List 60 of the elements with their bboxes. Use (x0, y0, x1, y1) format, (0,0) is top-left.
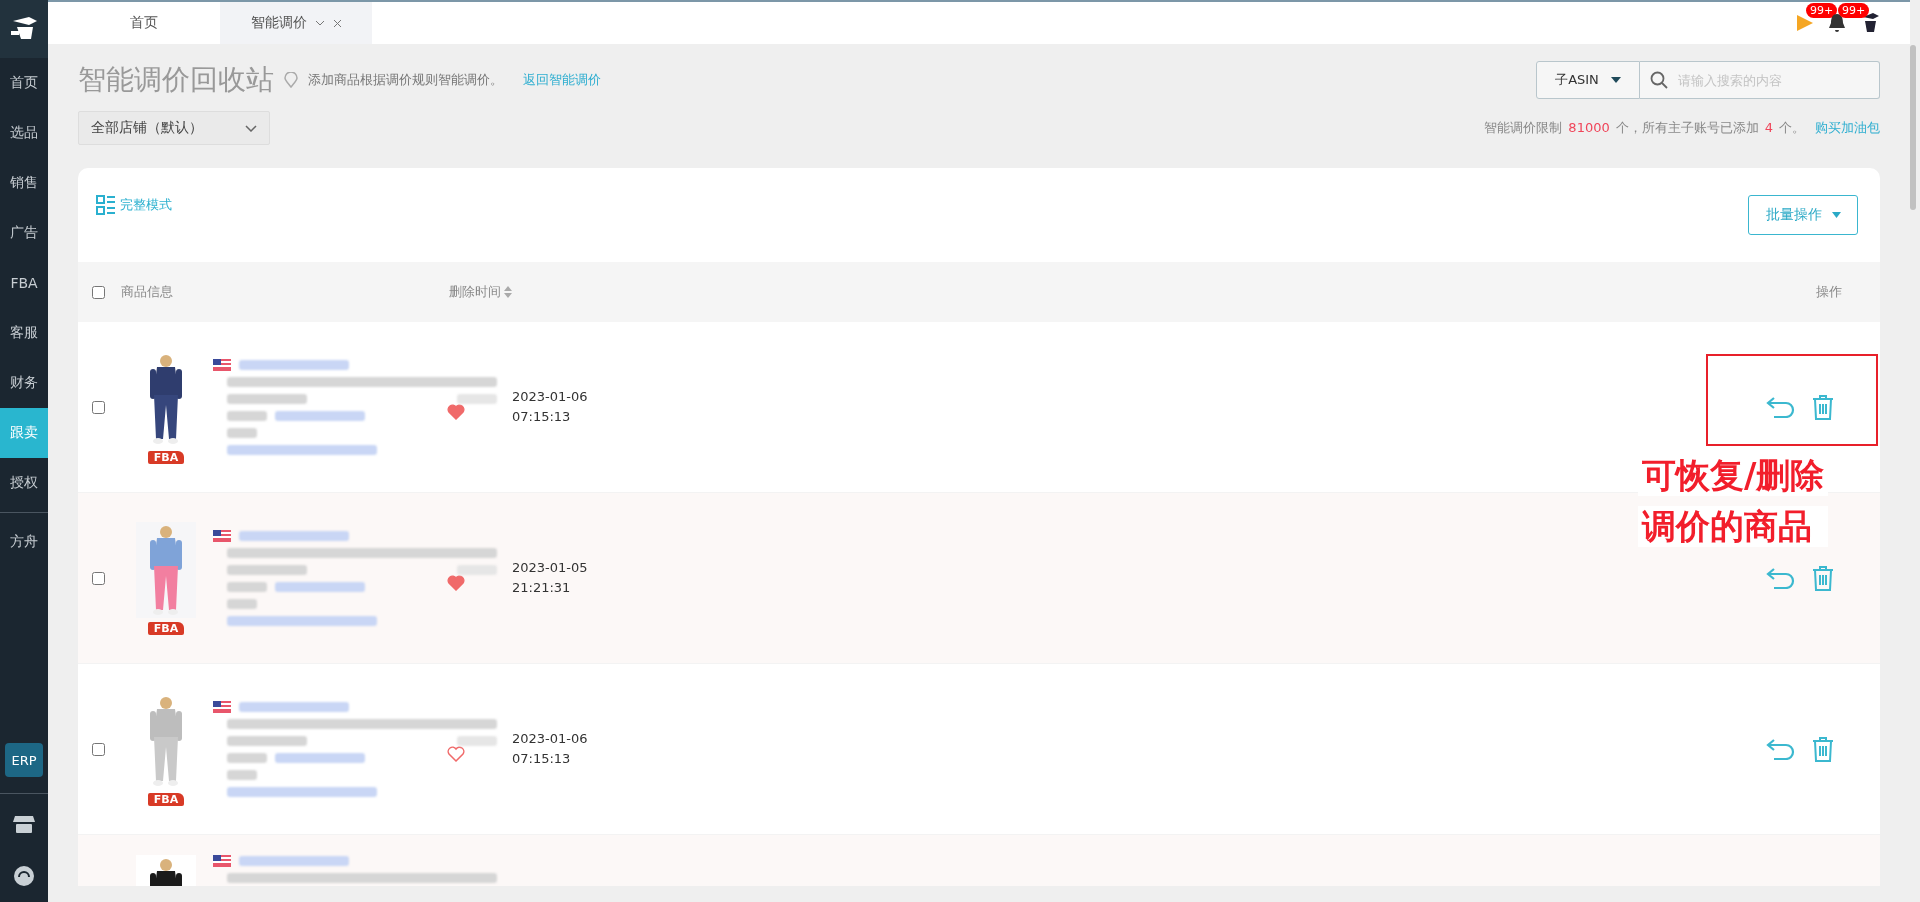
list-icon (96, 195, 116, 215)
heart-icon[interactable] (447, 575, 465, 591)
sidebar-item[interactable]: 方舟 (0, 517, 48, 567)
limit-text: 智能调价限制 81000 个，所有主子账号已添加 4 个。 (1484, 119, 1805, 137)
restore-button[interactable] (1766, 394, 1796, 420)
sidebar-item[interactable]: 财务 (0, 358, 48, 408)
store-icon[interactable] (13, 814, 35, 834)
fba-badge: FBA (147, 450, 185, 464)
sort-icon[interactable] (504, 286, 512, 298)
notification-count: 99+ (1838, 3, 1870, 18)
column-header[interactable]: 删除时间 (449, 283, 512, 301)
support-icon[interactable] (13, 865, 35, 887)
search-icon (1650, 71, 1668, 89)
page-hint: 添加商品根据调价规则智能调价。 (308, 71, 503, 89)
erp-button[interactable]: ERP (5, 743, 43, 777)
deleted-time: 2023-01-06 07:15:13 (512, 388, 588, 426)
delete-button[interactable] (1812, 736, 1834, 762)
sidebar-item[interactable]: 销售 (0, 158, 48, 208)
location-pin-icon (284, 72, 298, 88)
sidebar-item[interactable]: FBA (0, 258, 48, 308)
row-checkbox[interactable] (92, 571, 105, 585)
sidebar-item[interactable]: 首页 (0, 58, 48, 108)
column-header: 商品信息 (120, 283, 174, 301)
deleted-time: 2023-01-05 21:21:31 (512, 559, 588, 597)
close-icon[interactable] (332, 18, 342, 28)
flag-icon[interactable] (1796, 13, 1814, 33)
caret-icon (1610, 77, 1621, 83)
annotation-text: 可恢复/删除 (1638, 455, 1829, 496)
heart-icon[interactable] (447, 746, 465, 762)
select-all-checkbox[interactable] (92, 285, 105, 299)
row-checkbox[interactable] (92, 742, 105, 756)
flag-icon (213, 855, 231, 867)
annotation-text: 调价的商品 (1638, 505, 1829, 547)
notification-count: 99+ (1806, 3, 1838, 18)
store-select[interactable]: 全部店铺（默认） (78, 111, 270, 145)
scrollbar-thumb[interactable] (1910, 45, 1916, 210)
tab[interactable]: 智能调价 (220, 2, 372, 44)
delete-button[interactable] (1812, 394, 1834, 420)
sidebar-item[interactable]: 广告 (0, 208, 48, 258)
caret-icon (1831, 212, 1841, 218)
sidebar-item[interactable]: 客服 (0, 308, 48, 358)
flag-icon (213, 530, 231, 542)
column-header: 操作 (1816, 283, 1842, 301)
flag-icon (213, 359, 231, 371)
sidebar-item[interactable]: 授权 (0, 458, 48, 508)
chevron-down-icon (245, 124, 257, 132)
row-checkbox[interactable] (92, 400, 105, 414)
delete-button[interactable] (1812, 565, 1834, 591)
restore-button[interactable] (1766, 565, 1796, 591)
chevron-down-icon[interactable] (314, 20, 325, 26)
flag-icon (213, 701, 231, 713)
restore-button[interactable] (1766, 736, 1796, 762)
sidebar-item[interactable]: 选品 (0, 108, 48, 158)
deleted-time: 2023-01-06 07:15:13 (512, 730, 588, 768)
heart-icon[interactable] (447, 404, 465, 420)
search-type-select[interactable]: 子ASIN (1536, 61, 1640, 99)
page-title: 智能调价回收站 (78, 62, 274, 98)
fba-badge: FBA (147, 621, 185, 635)
fba-badge: FBA (147, 792, 185, 806)
bell-icon[interactable] (1828, 13, 1846, 33)
